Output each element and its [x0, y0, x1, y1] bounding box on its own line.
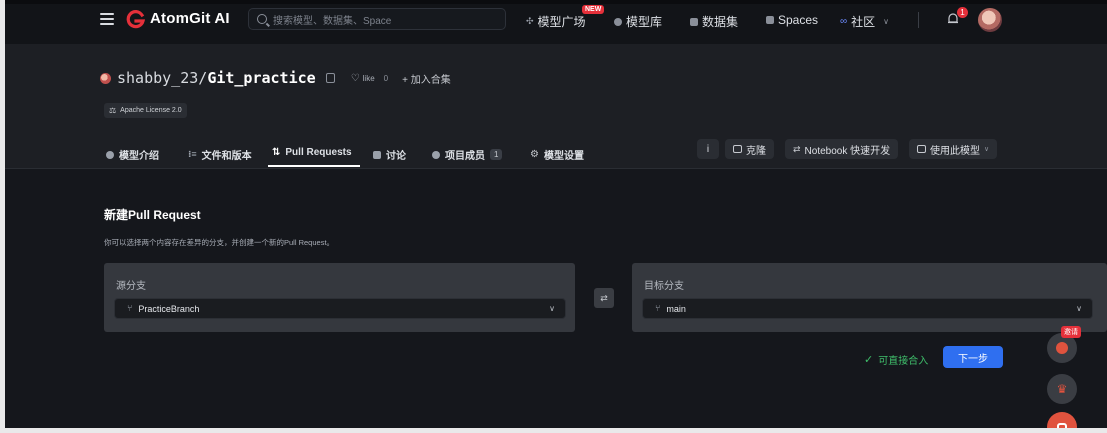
merge-status: ✓ 可直接合入 — [864, 352, 928, 367]
repo-title: shabby_23/ Git_practice ♡ like 0 + 加入合集 — [100, 69, 451, 87]
repo-owner[interactable]: shabby_23/ — [117, 69, 207, 87]
info-button[interactable]: i — [697, 139, 719, 159]
hamburger-menu-icon[interactable] — [100, 13, 114, 25]
info-icon: i — [706, 143, 710, 155]
branch-icon: ⑂ — [127, 303, 133, 314]
clone-button[interactable]: 克隆 — [725, 139, 774, 159]
check-icon: ✓ — [864, 354, 874, 366]
window-left-edge — [0, 0, 5, 433]
tab-label: 讨论 — [386, 151, 406, 162]
window-bottom-edge — [0, 428, 1107, 433]
target-branch-select[interactable]: ⑂ main ∨ — [642, 298, 1093, 319]
atomgit-logo-icon[interactable] — [126, 9, 146, 29]
swap-branches-button[interactable]: ⇄ — [594, 288, 614, 308]
owner-avatar[interactable] — [100, 72, 111, 84]
notification-count-badge: 1 — [957, 7, 968, 18]
chevron-down-icon: ∨ — [1076, 304, 1082, 313]
search-input[interactable]: 搜索模型、数据集、Space — [248, 8, 506, 30]
repo-name[interactable]: Git_practice — [207, 69, 315, 87]
heart-icon: ♡ — [350, 72, 360, 84]
page-description: 你可以选择两个内容存在差异的分支，并创建一个新的Pull Request。 — [104, 238, 335, 247]
dataset-icon — [690, 17, 698, 26]
gear-icon: ⚙ — [530, 149, 539, 160]
tab-model-settings[interactable]: ⚙ 模型设置 — [530, 147, 584, 162]
like-button[interactable]: ♡ like 0 — [351, 73, 388, 84]
next-step-button[interactable]: 下一步 — [943, 346, 1003, 368]
nav-item-label: Spaces — [778, 13, 819, 27]
notebook-button[interactable]: ⇄ Notebook 快速开发 — [785, 139, 899, 159]
nav-item-model-square[interactable]: ✣ 模型广场 — [526, 13, 586, 30]
files-icon: ⁝≡ — [188, 149, 197, 159]
nav-item-label: 数据集 — [702, 15, 739, 29]
add-to-collection-button[interactable]: + 加入合集 — [402, 71, 451, 86]
active-tab-indicator — [268, 165, 360, 167]
source-branch-label: 源分支 — [116, 281, 146, 292]
members-count: 1 — [490, 149, 503, 160]
nav-item-spaces[interactable]: Spaces — [766, 13, 818, 27]
tab-members[interactable]: 项目成员 1 — [432, 147, 503, 162]
tab-files-versions[interactable]: ⁝≡ 文件和版本 — [188, 147, 252, 162]
nav-item-datasets[interactable]: 数据集 — [690, 13, 738, 30]
notebook-label: Notebook 快速开发 — [804, 145, 891, 157]
branch-icon: ⑂ — [655, 303, 661, 314]
license-badge[interactable]: ⚖ Apache License 2.0 — [104, 103, 187, 118]
terminal-icon — [733, 145, 742, 153]
chevron-down-icon: ∨ — [984, 146, 990, 153]
tab-model-intro[interactable]: 模型介绍 — [106, 147, 159, 162]
trophy-floating-button[interactable]: ♛ — [1047, 374, 1077, 404]
pull-request-icon: ⇅ — [272, 147, 281, 158]
license-label: Apache License 2.0 — [120, 107, 182, 114]
target-branch-panel: 目标分支 ⑂ main ∨ — [632, 263, 1107, 332]
nav-item-community[interactable]: ∞ 社区 ∨ — [840, 13, 889, 30]
source-branch-value: PracticeBranch — [138, 303, 200, 314]
model-icon — [614, 17, 622, 26]
discussion-icon — [373, 150, 381, 159]
user-avatar[interactable] — [978, 8, 1002, 32]
trophy-icon: ♛ — [1056, 382, 1068, 396]
target-branch-label: 目标分支 — [644, 281, 684, 292]
community-icon: ∞ — [840, 16, 848, 27]
brand-name[interactable]: AtomGit AI — [150, 10, 230, 27]
copy-icon[interactable] — [325, 73, 335, 83]
sparkle-icon: ✣ — [526, 16, 534, 26]
source-branch-panel: 源分支 ⑂ PracticeBranch ∨ — [104, 263, 575, 332]
swap-icon: ⇄ — [600, 292, 608, 303]
clone-label: 克隆 — [746, 145, 766, 157]
target-branch-value: main — [666, 303, 686, 314]
members-icon — [432, 150, 440, 159]
nav-divider — [918, 12, 919, 28]
tab-label: 文件和版本 — [201, 151, 252, 162]
tab-pull-requests[interactable]: ⇅ Pull Requests — [272, 147, 352, 158]
chevron-down-icon: ∨ — [549, 304, 555, 313]
tab-discussion[interactable]: 讨论 — [373, 147, 406, 162]
nav-item-label: 模型库 — [626, 15, 663, 29]
nav-item-label: 社区 — [851, 15, 876, 29]
tab-label: 模型介绍 — [119, 151, 159, 162]
tab-label: 模型设置 — [543, 151, 584, 162]
model-icon — [106, 150, 114, 159]
invite-badge: 邀请 — [1061, 326, 1081, 338]
nav-item-label: 模型广场 — [537, 15, 586, 29]
new-badge: NEW — [582, 5, 605, 14]
chevron-down-icon: ∨ — [883, 17, 890, 26]
like-label: like — [362, 73, 375, 83]
source-branch-select[interactable]: ⑂ PracticeBranch ∨ — [114, 298, 566, 319]
search-placeholder: 搜索模型、数据集、Space — [273, 15, 392, 27]
like-count: 0 — [383, 73, 389, 83]
merge-status-label: 可直接合入 — [878, 356, 929, 367]
search-icon — [257, 14, 267, 24]
nav-item-model-library[interactable]: 模型库 — [614, 13, 662, 30]
law-icon: ⚖ — [109, 106, 117, 115]
page-title: 新建Pull Request — [104, 208, 201, 222]
monitor-icon — [917, 145, 926, 153]
tab-label: 项目成员 — [445, 151, 485, 162]
use-model-label: 使用此模型 — [930, 145, 980, 157]
use-model-button[interactable]: 使用此模型 ∨ — [909, 139, 998, 159]
tab-label: Pull Requests — [285, 147, 352, 158]
gift-icon — [1056, 342, 1068, 354]
notebook-icon: ⇄ — [793, 143, 801, 154]
spaces-icon — [766, 16, 774, 24]
